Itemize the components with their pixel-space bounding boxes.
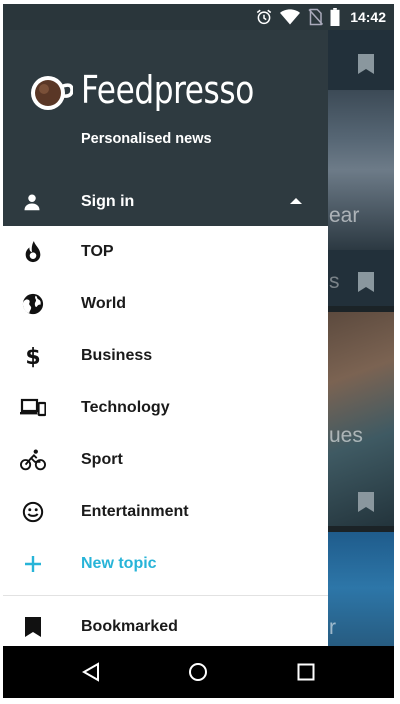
battery-icon <box>330 8 340 26</box>
wifi-icon <box>280 9 301 25</box>
menu-item-business[interactable]: $ Business <box>3 330 328 382</box>
news-headline-fragment: ear <box>329 204 360 227</box>
menu-item-bookmarked[interactable]: Bookmarked <box>3 601 328 646</box>
dollar-icon: $ <box>20 343 46 369</box>
menu-item-label: Bookmarked <box>81 618 178 635</box>
news-headline-fragment: r <box>329 616 336 639</box>
coffee-cup-logo-icon <box>31 76 73 110</box>
clock: 14:42 <box>350 9 386 25</box>
alarm-icon <box>256 9 272 25</box>
bookmark-icon[interactable] <box>358 492 374 512</box>
sign-in-label: Sign in <box>81 193 135 210</box>
drawer-menu: TOP World $ Business Technology Sport En… <box>3 226 328 646</box>
menu-item-top[interactable]: TOP <box>3 226 328 278</box>
navigation-drawer: Feedpresso Personalised news Sign in TOP… <box>3 30 328 646</box>
app-name: Feedpresso <box>81 68 254 112</box>
devices-icon <box>20 395 46 421</box>
recents-square-icon <box>297 663 315 681</box>
navigation-bar <box>3 646 394 698</box>
svg-text:$: $ <box>25 345 40 368</box>
menu-item-label: New topic <box>81 555 157 572</box>
drawer-header: Feedpresso Personalised news Sign in <box>3 30 328 226</box>
status-bar: 14:42 <box>3 4 394 30</box>
recents-button[interactable] <box>294 660 318 684</box>
menu-item-entertainment[interactable]: Entertainment <box>3 486 328 538</box>
menu-item-world[interactable]: World <box>3 278 328 330</box>
bookmark-icon[interactable] <box>358 54 374 74</box>
globe-icon <box>20 291 46 317</box>
menu-item-sport[interactable]: Sport <box>3 434 328 486</box>
menu-item-new-topic[interactable]: New topic <box>3 538 328 590</box>
home-circle-icon <box>189 663 207 681</box>
news-headline-fragment: s <box>329 270 340 293</box>
sign-in-row[interactable]: Sign in <box>3 180 328 226</box>
person-icon <box>24 194 40 211</box>
menu-item-technology[interactable]: Technology <box>3 382 328 434</box>
menu-item-label: Business <box>81 347 153 364</box>
news-headline-fragment: ues <box>329 424 363 447</box>
back-triangle-icon <box>81 662 99 682</box>
bookmark-icon <box>20 614 46 640</box>
menu-item-label: Entertainment <box>81 503 189 520</box>
phone-screen: 14:42 ear s ues r Feedpresso Personalise… <box>3 4 394 698</box>
app-tagline: Personalised news <box>81 131 212 147</box>
menu-item-label: TOP <box>81 243 114 260</box>
no-sim-icon <box>308 8 324 26</box>
menu-divider <box>3 595 328 596</box>
menu-item-label: Sport <box>81 451 123 468</box>
bookmark-icon[interactable] <box>358 272 374 292</box>
plus-icon <box>20 551 46 577</box>
caret-up-icon[interactable] <box>290 197 302 205</box>
menu-item-label: World <box>81 295 127 312</box>
bike-icon <box>20 447 46 473</box>
back-button[interactable] <box>79 660 103 684</box>
home-button[interactable] <box>186 660 210 684</box>
menu-item-label: Technology <box>81 399 170 416</box>
flame-icon <box>20 239 46 265</box>
smiley-icon <box>20 499 46 525</box>
